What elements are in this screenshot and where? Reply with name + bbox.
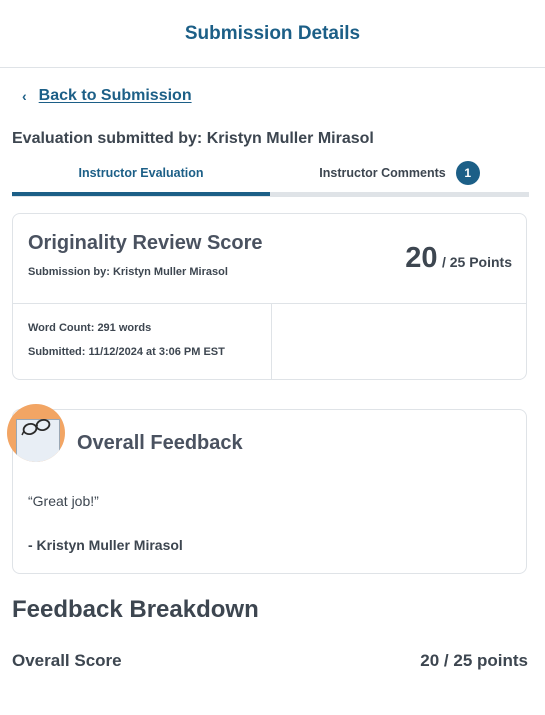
overall-score-label: Overall Score bbox=[12, 651, 122, 670]
feedback-quote: “Great job!” bbox=[28, 493, 99, 509]
submission-meta: Word Count: 291 words Submitted: 11/12/2… bbox=[13, 303, 272, 379]
feedback-title: Overall Feedback bbox=[77, 432, 243, 454]
score-submission-by: Submission by: Kristyn Muller Mirasol bbox=[28, 266, 228, 278]
glasses-icon bbox=[21, 418, 51, 436]
score-title: Originality Review Score bbox=[28, 232, 263, 254]
back-link-label[interactable]: Back to Submission bbox=[39, 87, 192, 105]
comment-count-badge: 1 bbox=[455, 161, 480, 185]
evaluation-submitted-by: Evaluation submitted by: Kristyn Muller … bbox=[12, 130, 374, 147]
score-card: Originality Review Score Submission by: … bbox=[12, 213, 527, 380]
tab-instructor-evaluation[interactable]: Instructor Evaluation bbox=[12, 155, 270, 191]
score-points: 20 / 25 Points bbox=[405, 242, 512, 275]
page-header: Submission Details bbox=[0, 0, 545, 68]
score-value: 20 bbox=[405, 242, 438, 274]
evaluation-tabs: Instructor Evaluation Instructor Comment… bbox=[12, 155, 529, 197]
tab-label: Instructor Comments bbox=[319, 166, 446, 180]
page-title: Submission Details bbox=[184, 22, 361, 44]
word-count: Word Count: 291 words bbox=[28, 322, 152, 334]
overall-score-value: 20 / 25 points bbox=[420, 651, 528, 670]
back-to-submission-link[interactable]: ‹ Back to Submission bbox=[22, 87, 192, 105]
tab-instructor-comments[interactable]: Instructor Comments 1 bbox=[270, 155, 529, 191]
feedback-breakdown-title: Feedback Breakdown bbox=[12, 596, 259, 623]
chevron-left-icon: ‹ bbox=[22, 88, 27, 104]
overall-feedback-card: Overall Feedback “Great job!” - Kristyn … bbox=[12, 409, 527, 574]
instructor-avatar bbox=[7, 404, 65, 462]
score-card-header: Originality Review Score Submission by: … bbox=[13, 214, 526, 304]
score-points-suffix: / 25 Points bbox=[441, 254, 512, 270]
active-tab-indicator bbox=[12, 192, 270, 196]
tab-label: Instructor Evaluation bbox=[78, 166, 204, 180]
submitted-date: Submitted: 11/12/2024 at 3:06 PM EST bbox=[28, 346, 225, 358]
feedback-author: - Kristyn Muller Mirasol bbox=[28, 537, 183, 553]
